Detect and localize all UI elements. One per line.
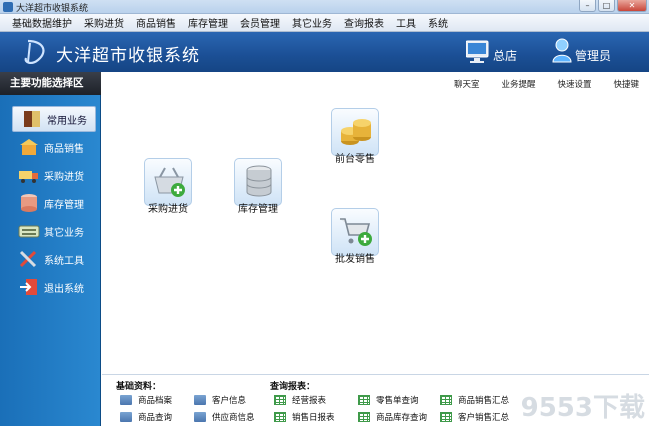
chatroom-link[interactable]: 聊天室 bbox=[454, 78, 480, 90]
menu-item-sales[interactable]: 商品销售 bbox=[130, 15, 182, 30]
basic-data-title: 基础资料： bbox=[116, 382, 162, 392]
business-report-link[interactable]: 经营报表 bbox=[274, 394, 326, 406]
business-reminder-link[interactable]: 业务提醒 bbox=[501, 78, 535, 90]
menu-item-members[interactable]: 会员管理 bbox=[234, 15, 286, 30]
shop-icon bbox=[20, 139, 38, 155]
table-icon bbox=[440, 412, 452, 422]
purchase-tile[interactable] bbox=[144, 158, 192, 206]
product-stock-query-link[interactable]: 商品库存查询 bbox=[358, 411, 427, 423]
sidebar-item-purchase[interactable]: 采购进货 bbox=[0, 162, 101, 188]
product-query-link[interactable]: 商品查询 bbox=[120, 411, 172, 423]
keyboard-icon bbox=[18, 225, 40, 238]
query-reports-title: 查询报表： bbox=[270, 382, 316, 392]
minimize-button[interactable]: – bbox=[579, 0, 596, 12]
menu-item-basic-data[interactable]: 基础数据维护 bbox=[6, 15, 78, 30]
document-icon bbox=[120, 412, 132, 422]
sidebar-item-sales[interactable]: 商品销售 bbox=[0, 134, 101, 160]
sidebar-item-common[interactable]: 常用业务 bbox=[12, 106, 96, 132]
retail-label: 前台零售 bbox=[335, 154, 375, 165]
quick-settings-link[interactable]: 快速设置 bbox=[557, 78, 591, 90]
sidebar-item-inventory[interactable]: 库存管理 bbox=[0, 190, 101, 216]
menu-item-tools[interactable]: 工具 bbox=[390, 15, 422, 30]
window-title: 大洋超市收银系统 bbox=[16, 4, 89, 14]
inventory-label: 库存管理 bbox=[238, 204, 278, 215]
database-icon bbox=[246, 165, 272, 197]
wholesale-label: 批发销售 bbox=[335, 254, 375, 265]
sidebar-header: 主要功能选择区 bbox=[0, 72, 101, 95]
table-icon bbox=[274, 395, 286, 405]
customer-info-link[interactable]: 客户信息 bbox=[194, 394, 246, 406]
user-label: 管理员 bbox=[575, 49, 612, 63]
logo-icon bbox=[24, 39, 45, 64]
tools-icon bbox=[19, 250, 37, 268]
document-icon bbox=[194, 395, 206, 405]
sidebar-item-exit[interactable]: 退出系统 bbox=[0, 274, 101, 300]
sidebar-item-label: 库存管理 bbox=[44, 199, 84, 211]
shortcut-keys-link[interactable]: 快捷键 bbox=[613, 78, 639, 90]
main-workspace: 聊天室 业务提醒 快速设置 快捷键 前台零售 采购进货 库存管理 批发销售 bbox=[102, 72, 649, 374]
retail-tile[interactable] bbox=[331, 108, 379, 156]
exit-icon bbox=[20, 279, 37, 295]
sidebar-item-label: 采购进货 bbox=[44, 171, 84, 183]
table-icon bbox=[274, 412, 286, 422]
sidebar-item-label: 商品销售 bbox=[44, 143, 84, 155]
truck-icon bbox=[19, 171, 38, 183]
table-icon bbox=[358, 395, 370, 405]
document-icon bbox=[120, 395, 132, 405]
close-button[interactable]: ✕ bbox=[617, 0, 647, 12]
app-name: 大洋超市收银系统 bbox=[56, 46, 200, 66]
top-toolbar: 聊天室 业务提醒 快速设置 快捷键 bbox=[432, 78, 649, 90]
sidebar: 主要功能选择区 常用业务 商品销售 采购进货 库存管理 其它业务 系统工具 退出… bbox=[0, 72, 101, 426]
sidebar-item-label: 系统工具 bbox=[44, 255, 84, 267]
menu-item-inventory[interactable]: 库存管理 bbox=[182, 15, 234, 30]
window-controls: – □ ✕ bbox=[577, 0, 647, 12]
daily-sales-report-link[interactable]: 销售日报表 bbox=[274, 411, 335, 423]
header-banner: 大洋超市收银系统 总店 管理员 bbox=[0, 32, 649, 72]
store-label: 总店 bbox=[493, 49, 518, 63]
title-bar: 大洋超市收银系统 – □ ✕ bbox=[0, 0, 649, 14]
cart-add-icon bbox=[340, 218, 372, 246]
maximize-button[interactable]: □ bbox=[598, 0, 615, 12]
sidebar-item-other[interactable]: 其它业务 bbox=[0, 218, 101, 244]
retail-order-query-link[interactable]: 零售单查询 bbox=[358, 394, 419, 406]
basket-add-icon bbox=[154, 167, 185, 197]
menu-item-other[interactable]: 其它业务 bbox=[286, 15, 338, 30]
coins-icon bbox=[341, 119, 371, 145]
customer-sales-summary-link[interactable]: 客户销售汇总 bbox=[440, 411, 509, 423]
wholesale-tile[interactable] bbox=[331, 208, 379, 256]
book-icon bbox=[24, 111, 40, 127]
sidebar-item-label: 其它业务 bbox=[44, 227, 84, 239]
watermark: 9553下载 bbox=[520, 393, 645, 423]
product-file-link[interactable]: 商品档案 bbox=[120, 394, 172, 406]
menu-item-reports[interactable]: 查询报表 bbox=[338, 15, 390, 30]
database-icon bbox=[21, 194, 37, 212]
menu-item-system[interactable]: 系统 bbox=[422, 15, 454, 30]
menu-item-purchase[interactable]: 采购进货 bbox=[78, 15, 130, 30]
table-icon bbox=[440, 395, 452, 405]
sidebar-item-tools[interactable]: 系统工具 bbox=[0, 246, 101, 272]
sidebar-item-label: 退出系统 bbox=[44, 283, 84, 295]
app-icon bbox=[3, 2, 13, 12]
supplier-info-link[interactable]: 供应商信息 bbox=[194, 411, 255, 423]
purchase-label: 采购进货 bbox=[148, 204, 188, 215]
table-icon bbox=[358, 412, 370, 422]
sidebar-item-label: 常用业务 bbox=[47, 115, 87, 127]
inventory-tile[interactable] bbox=[234, 158, 282, 206]
menu-bar: 基础数据维护 采购进货 商品销售 库存管理 会员管理 其它业务 查询报表 工具 … bbox=[0, 14, 649, 32]
document-icon bbox=[194, 412, 206, 422]
product-sales-summary-link[interactable]: 商品销售汇总 bbox=[440, 394, 509, 406]
